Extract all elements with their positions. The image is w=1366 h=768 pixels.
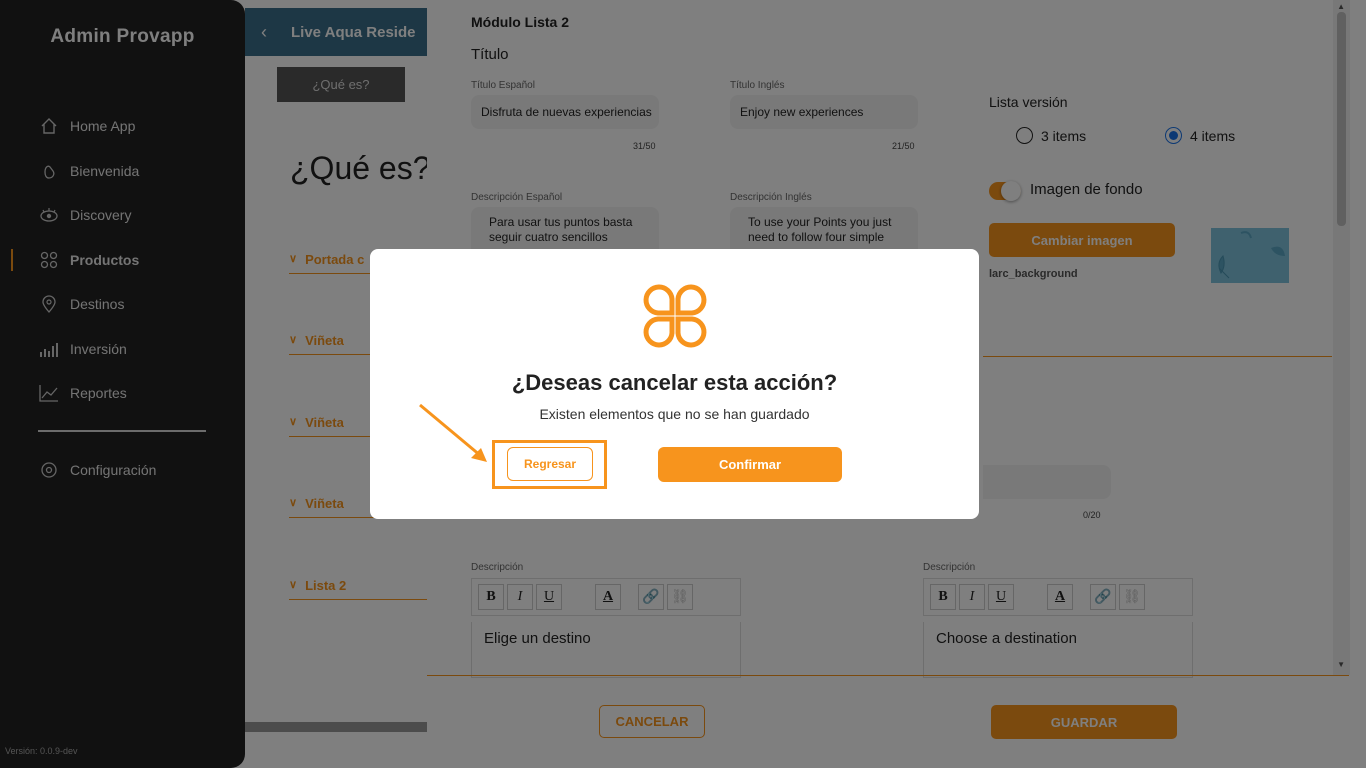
- annotation-highlight-box: [492, 440, 607, 489]
- dialog-title: ¿Deseas cancelar esta acción?: [511, 370, 838, 395]
- annotation-arrow-icon: [419, 403, 487, 462]
- confirm-cancel-dialog: ¿Deseas cancelar esta acción? Existen el…: [370, 249, 979, 519]
- clover-logo-icon: [643, 284, 707, 348]
- confirm-button[interactable]: Confirmar: [658, 447, 842, 482]
